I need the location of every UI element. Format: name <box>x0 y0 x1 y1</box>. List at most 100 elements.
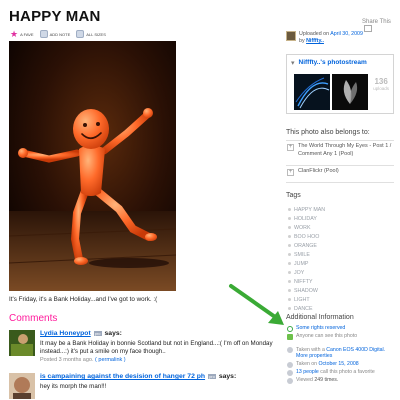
tag-item[interactable]: HOLIDAY <box>288 214 325 223</box>
tag-item[interactable]: DANCE <box>288 304 325 313</box>
tag-item[interactable]: LIGHT <box>288 295 325 304</box>
spacer <box>287 341 397 345</box>
tag-bullet-icon <box>288 253 291 256</box>
tag-link[interactable]: NIFFTY <box>294 279 313 285</box>
tag-bullet-icon <box>288 208 291 211</box>
additional-info-list: Some rights reserved Anyone can see this… <box>287 325 397 385</box>
tag-item[interactable]: HAPPY MAN <box>288 205 325 214</box>
page-title: HAPPY MAN <box>9 8 101 25</box>
tag-link[interactable]: SMILE <box>294 252 310 258</box>
add-note-label: ADD NOTE <box>49 31 71 37</box>
comments-heading: Comments <box>9 313 58 324</box>
favorites-suffix: call this photo a favorite <box>320 369 375 375</box>
tag-link[interactable]: DANCE <box>294 306 313 312</box>
star-icon: ★ <box>10 29 19 39</box>
tag-link[interactable]: HOLIDAY <box>294 216 317 222</box>
tag-item[interactable]: SHADOW <box>288 286 325 295</box>
all-sizes-label: ALL SIZES <box>86 31 106 37</box>
tag-item[interactable]: JUMP <box>288 259 325 268</box>
note-icon <box>39 30 48 38</box>
tag-link[interactable]: BOO HOO <box>294 234 319 240</box>
tag-item[interactable]: JOY <box>288 268 325 277</box>
pool-name: ClanFlickr (Pool) <box>298 168 339 174</box>
expand-plus-icon[interactable]: + <box>287 144 294 151</box>
views-bullet-icon <box>287 377 293 384</box>
tag-link[interactable]: HAPPY MAN <box>294 207 325 213</box>
photo-caption: It's Friday, it's a Bank Holiday...and I… <box>9 296 158 303</box>
tag-bullet-icon <box>288 289 291 292</box>
taken-prefix: Taken with a <box>296 346 325 353</box>
photostream-title-link[interactable]: Nifffty..'s photostream <box>299 59 367 66</box>
photostream-thumbnail[interactable] <box>332 74 368 110</box>
upload-date-link[interactable]: April 30, 2009 <box>330 31 363 37</box>
visibility-row: Anyone can see this photo <box>287 333 397 340</box>
tag-link[interactable]: SHADOW <box>294 288 318 294</box>
share-this-link[interactable]: Share This <box>362 19 400 32</box>
tag-bullet-icon <box>288 280 291 283</box>
favorites-bullet-icon <box>287 369 293 376</box>
calendar-bullet-icon <box>287 361 293 368</box>
license-link[interactable]: Some rights reserved <box>296 325 345 332</box>
uploader-link[interactable]: Nifffty.. <box>306 38 324 44</box>
uploads-label: uploads <box>373 86 389 91</box>
pro-badge: pro <box>93 330 102 336</box>
belongs-heading: This photo also belongs to: <box>286 129 370 136</box>
camera-link[interactable]: Canon EOS 400D Digital. <box>326 347 385 353</box>
tag-bullet-icon <box>288 298 291 301</box>
camera-row: Taken with a Canon EOS 400D Digital. Mor… <box>287 347 397 360</box>
tag-bullet-icon <box>288 235 291 238</box>
pool-name: The World Through My Eyes - Post 1 / Com… <box>298 143 392 157</box>
pool-item[interactable]: + ClanFlickr (Pool) <box>286 165 394 179</box>
visibility-icon <box>287 333 293 340</box>
photo-toolbar: ★ A FAVE ADD NOTE ALL SIZES <box>10 29 106 39</box>
tag-bullet-icon <box>288 217 291 220</box>
tag-bullet-icon <box>288 262 291 265</box>
fave-label: A FAVE <box>20 31 34 37</box>
chevron-down-icon[interactable]: ▾ <box>291 59 295 67</box>
more-properties-link[interactable]: More properties <box>296 353 385 360</box>
commenter-avatar[interactable] <box>9 373 35 399</box>
views-row: Viewed 249 times. <box>287 377 397 384</box>
all-sizes-button[interactable]: ALL SIZES <box>76 30 106 38</box>
says-label: says: <box>218 373 237 380</box>
tag-item[interactable]: BOO HOO <box>288 232 325 241</box>
tag-bullet-icon <box>288 271 291 274</box>
tag-item[interactable]: SMILE <box>288 250 325 259</box>
photostream-box: ▾ Nifffty..'s photostream 136 uploads <box>286 54 394 114</box>
tag-link[interactable]: WORK <box>294 225 310 231</box>
expand-plus-icon[interactable]: + <box>287 169 294 176</box>
tag-link[interactable]: JOY <box>294 270 304 276</box>
pool-item[interactable]: + The World Through My Eyes - Post 1 / C… <box>286 140 394 163</box>
add-note-button[interactable]: ADD NOTE <box>39 30 71 38</box>
tag-item[interactable]: WORK <box>288 223 325 232</box>
pro-badge: pro <box>208 373 216 379</box>
by-prefix: by <box>299 38 305 44</box>
main-photo[interactable] <box>9 41 176 291</box>
tag-link[interactable]: JUMP <box>294 261 308 267</box>
additional-info-heading: Additional Information <box>286 314 354 321</box>
uploader-avatar[interactable] <box>286 31 296 41</box>
comment-text: It may be a Bank Holiday in bonnie Scotl… <box>40 340 273 355</box>
commenter-avatar[interactable] <box>9 330 35 356</box>
comment-author-link[interactable]: Lydia Honeypot <box>40 330 91 337</box>
license-row: Some rights reserved <box>287 325 397 332</box>
comment-text: hey its morph the man!!! <box>40 383 107 390</box>
permalink-link[interactable]: ( permalink ) <box>95 357 126 363</box>
tag-item[interactable]: ORANGE <box>288 241 325 250</box>
fave-button[interactable]: ★ A FAVE <box>10 29 34 39</box>
tag-list: HAPPY MAN HOLIDAY WORK BOO HOO ORANGE SM… <box>288 205 325 313</box>
green-arrow-annotation <box>229 284 284 325</box>
taken-on-link[interactable]: October 15, 2008 <box>319 361 359 367</box>
tag-bullet-icon <box>288 307 291 310</box>
tag-link[interactable]: LIGHT <box>294 297 310 303</box>
comment-author-link[interactable]: is campaining against the desision of ha… <box>40 373 205 380</box>
happy-man-figure-image <box>9 41 176 291</box>
favorites-link[interactable]: 13 people <box>296 369 319 375</box>
visibility-text: Anyone can see this photo <box>296 333 358 339</box>
tag-link[interactable]: ORANGE <box>294 243 317 249</box>
tags-heading: Tags <box>286 192 301 199</box>
photostream-thumbnail[interactable] <box>294 74 330 110</box>
favorites-row: 13 people call this photo a favorite <box>287 369 397 376</box>
tag-bullet-icon <box>288 226 291 229</box>
tag-item[interactable]: NIFFTY <box>288 277 325 286</box>
